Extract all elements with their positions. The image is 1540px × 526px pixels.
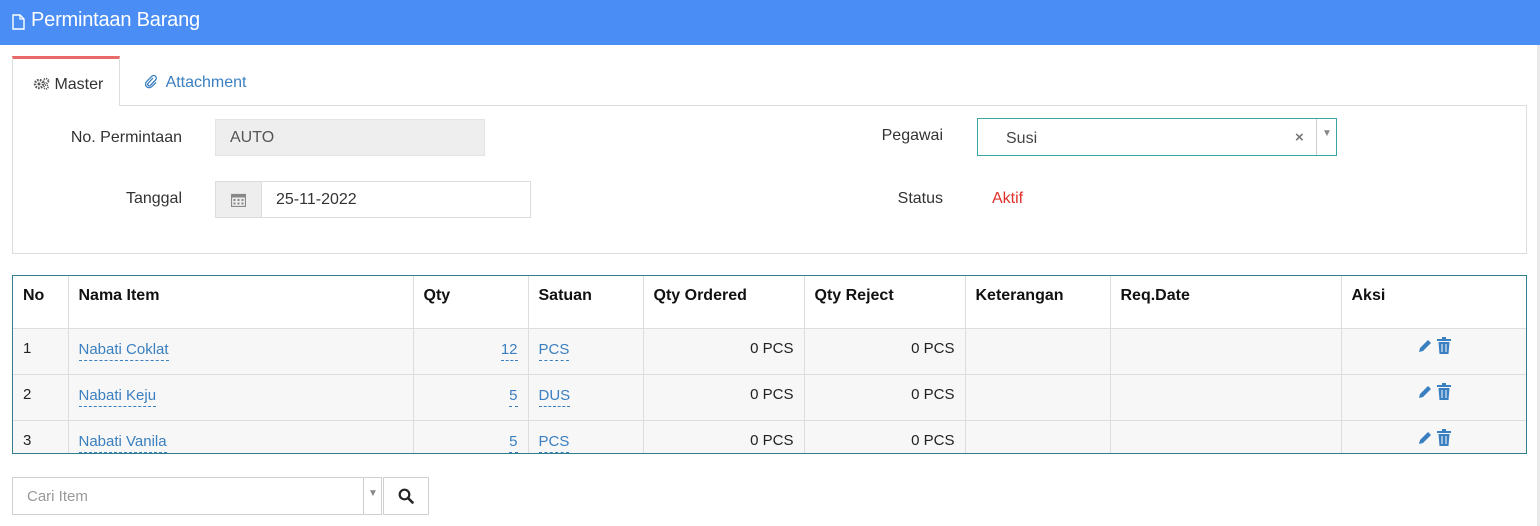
tanggal-label: Tanggal xyxy=(125,190,182,207)
table-row: 2 Nabati Keju 5 DUS 0 PCS 0 PCS xyxy=(13,374,1526,421)
tab-master-label: Master xyxy=(54,76,104,93)
search-placeholder: Cari Item xyxy=(27,488,88,505)
column-header: Nama Item xyxy=(67,276,414,329)
page-header: Permintaan Barang xyxy=(0,0,1540,45)
file-icon xyxy=(12,14,25,30)
no-permintaan-label: No. Permintaan xyxy=(70,129,182,146)
page-title: Permintaan Barang xyxy=(31,9,200,31)
tab-attachment[interactable]: Attachment xyxy=(130,57,260,106)
chevron-down-icon[interactable]: ▼ xyxy=(1322,128,1332,139)
edit-pencil-icon[interactable] xyxy=(1417,384,1433,404)
items-table: No Nama Item Qty Satuan Qty Ordered Qty … xyxy=(12,275,1527,454)
row-number: 3 xyxy=(23,432,32,449)
trash-icon[interactable] xyxy=(1436,383,1451,404)
master-form-panel: No. Permintaan AUTO Tanggal 25-11-2022 P… xyxy=(12,105,1527,254)
table-row: 3 Nabati Vanila 5 PCS 0 PCS 0 PCS xyxy=(13,420,1526,453)
tab-attachment-label: Attachment xyxy=(165,74,247,91)
qty-reject: 0 PCS xyxy=(911,432,955,449)
item-search-select[interactable]: Cari Item ▼ xyxy=(12,477,382,515)
column-header: Satuan xyxy=(527,276,644,329)
table-row: 1 Nabati Coklat 12 PCS 0 PCS 0 PCS xyxy=(13,328,1526,375)
trash-icon[interactable] xyxy=(1436,337,1451,358)
column-header: Aksi xyxy=(1340,276,1526,329)
row-number: 1 xyxy=(23,340,32,357)
item-name-editable[interactable]: Nabati Keju xyxy=(78,387,157,407)
status-value: Aktif xyxy=(992,190,1024,207)
select-divider xyxy=(363,478,364,514)
search-icon xyxy=(398,488,414,504)
pegawai-select[interactable]: Susi × ▼ xyxy=(977,118,1337,156)
qty-editable[interactable]: 12 xyxy=(500,341,518,361)
column-header: Keterangan xyxy=(964,276,1111,329)
satuan-editable[interactable]: DUS xyxy=(538,387,571,407)
gears-icon xyxy=(33,77,50,90)
qty-reject: 0 PCS xyxy=(911,340,955,357)
pegawai-label: Pegawai xyxy=(881,127,943,144)
tab-master[interactable]: Master xyxy=(12,56,120,106)
qty-ordered: 0 PCS xyxy=(750,386,794,403)
item-name-editable[interactable]: Nabati Coklat xyxy=(78,341,169,361)
qty-reject: 0 PCS xyxy=(911,386,955,403)
status-label: Status xyxy=(897,190,943,207)
tanggal-field[interactable]: 25-11-2022 xyxy=(261,181,531,218)
clear-icon[interactable]: × xyxy=(1295,129,1304,146)
pegawai-value: Susi xyxy=(1006,130,1038,147)
column-header: Qty Reject xyxy=(803,276,966,329)
paperclip-icon xyxy=(144,74,158,92)
column-header: Qty xyxy=(412,276,529,329)
qty-editable[interactable]: 5 xyxy=(509,433,518,453)
calendar-button[interactable] xyxy=(215,181,262,218)
satuan-editable[interactable]: PCS xyxy=(538,433,570,453)
edit-pencil-icon[interactable] xyxy=(1417,338,1433,358)
row-number: 2 xyxy=(23,386,32,403)
table-header-row: No Nama Item Qty Satuan Qty Ordered Qty … xyxy=(13,276,1526,329)
edit-pencil-icon[interactable] xyxy=(1417,430,1433,450)
item-name-editable[interactable]: Nabati Vanila xyxy=(78,433,167,453)
qty-ordered: 0 PCS xyxy=(750,432,794,449)
trash-icon[interactable] xyxy=(1436,429,1451,450)
satuan-editable[interactable]: PCS xyxy=(538,341,570,361)
qty-ordered: 0 PCS xyxy=(750,340,794,357)
search-button[interactable] xyxy=(383,477,429,515)
column-header: Req.Date xyxy=(1109,276,1342,329)
qty-editable[interactable]: 5 xyxy=(509,387,518,407)
calendar-icon xyxy=(231,193,246,207)
column-header: No xyxy=(13,276,69,329)
chevron-down-icon[interactable]: ▼ xyxy=(368,488,378,499)
column-header: Qty Ordered xyxy=(642,276,805,329)
no-permintaan-field: AUTO xyxy=(215,119,485,156)
select-divider xyxy=(1316,119,1317,155)
